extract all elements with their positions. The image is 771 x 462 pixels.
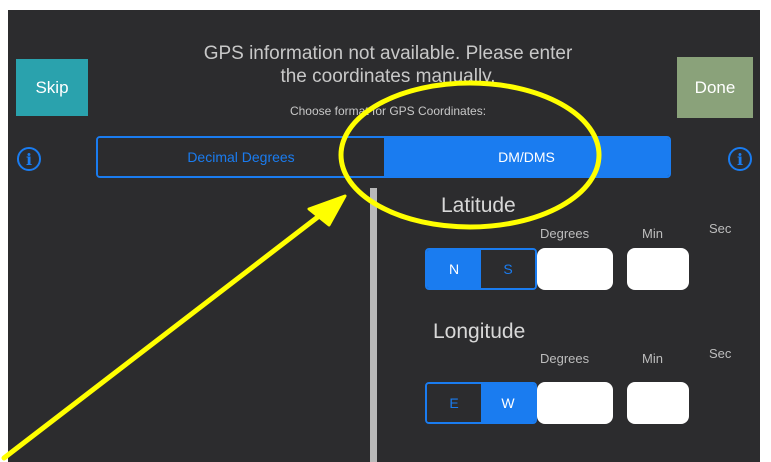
south-option[interactable]: S <box>481 250 535 288</box>
message-line-2: the coordinates manually. <box>280 66 496 87</box>
latitude-min-field[interactable] <box>627 248 689 290</box>
latitude-hemisphere-toggle: N S <box>425 248 537 290</box>
longitude-degrees-label: Degrees <box>540 351 590 366</box>
coordinate-format-toggle: Decimal Degrees DM/DMS <box>96 136 671 178</box>
north-option[interactable]: N <box>427 250 481 288</box>
west-option[interactable]: W <box>481 384 535 422</box>
longitude-degrees-field[interactable] <box>537 382 613 424</box>
format-subtitle: Choose format for GPS Coordinates: <box>289 104 487 118</box>
longitude-hemisphere-toggle: E W <box>425 382 537 424</box>
longitude-min-label: Min <box>642 351 663 366</box>
skip-button[interactable]: Skip <box>16 59 88 116</box>
gps-unavailable-message: GPS information not available. Please en… <box>118 42 658 88</box>
east-option[interactable]: E <box>427 384 481 422</box>
longitude-sec-label: Sec <box>709 346 732 361</box>
info-icon[interactable]: i <box>17 147 41 171</box>
column-divider <box>370 188 377 462</box>
longitude-title: Longitude <box>433 320 526 343</box>
latitude-sec-label: Sec <box>709 221 732 236</box>
message-line-1: GPS information not available. Please en… <box>203 43 573 64</box>
info-icon[interactable]: i <box>728 147 752 171</box>
done-button[interactable]: Done <box>677 57 753 118</box>
longitude-min-field[interactable] <box>627 382 689 424</box>
gps-entry-screen: Skip Done GPS information not available.… <box>8 10 760 462</box>
latitude-degrees-field[interactable] <box>537 248 613 290</box>
latitude-title: Latitude <box>441 194 516 217</box>
latitude-min-label: Min <box>642 226 663 241</box>
latitude-degrees-label: Degrees <box>540 226 590 241</box>
decimal-degrees-option[interactable]: Decimal Degrees <box>98 138 384 176</box>
dm-dms-option[interactable]: DM/DMS <box>384 138 669 176</box>
